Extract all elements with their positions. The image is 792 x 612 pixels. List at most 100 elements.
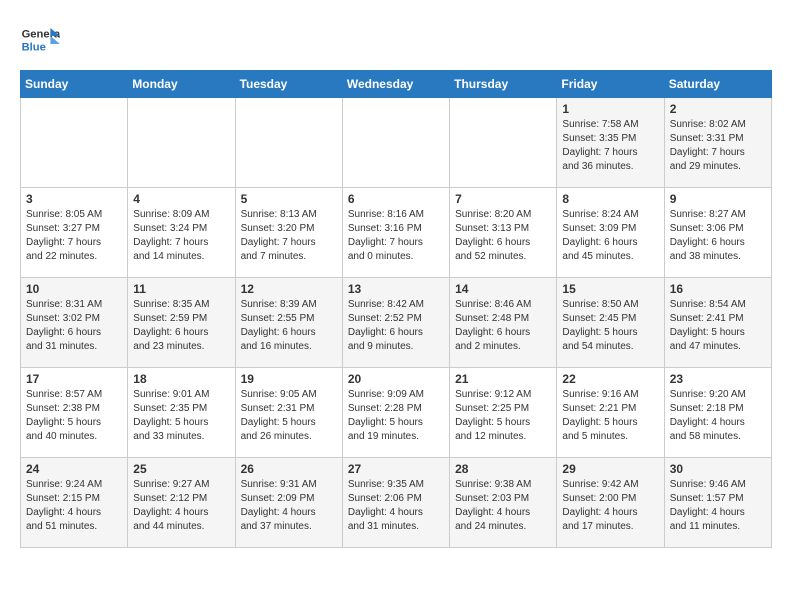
day-info: Sunrise: 8:31 AM Sunset: 3:02 PM Dayligh… <box>26 298 122 354</box>
calendar-cell: 28 Sunrise: 9:38 AM Sunset: 2:03 PM Dayli… <box>450 458 557 548</box>
day-number: 25 <box>133 462 229 476</box>
calendar-cell: 1 Sunrise: 7:58 AM Sunset: 3:35 PM Daylig… <box>557 98 664 188</box>
calendar-header-row: SundayMondayTuesdayWednesdayThursdayFrid… <box>21 71 772 98</box>
calendar-cell <box>128 98 235 188</box>
day-info: Sunrise: 8:54 AM Sunset: 2:41 PM Dayligh… <box>670 298 766 354</box>
day-info: Sunrise: 8:24 AM Sunset: 3:09 PM Dayligh… <box>562 208 658 264</box>
calendar-cell: 23 Sunrise: 9:20 AM Sunset: 2:18 PM Dayli… <box>664 368 771 458</box>
col-header-friday: Friday <box>557 71 664 98</box>
calendar-week-1: 1 Sunrise: 7:58 AM Sunset: 3:35 PM Daylig… <box>21 98 772 188</box>
day-info: Sunrise: 9:31 AM Sunset: 2:09 PM Dayligh… <box>241 478 337 534</box>
day-info: Sunrise: 9:24 AM Sunset: 2:15 PM Dayligh… <box>26 478 122 534</box>
calendar-cell: 20Sunrise: 9:09 AM Sunset: 2:28 PM Dayli… <box>342 368 449 458</box>
calendar-cell <box>235 98 342 188</box>
col-header-monday: Monday <box>128 71 235 98</box>
calendar-week-4: 17 Sunrise: 8:57 AM Sunset: 2:38 PM Dayli… <box>21 368 772 458</box>
svg-text:Blue: Blue <box>22 41 46 53</box>
day-number: 7 <box>455 192 551 206</box>
day-number: 27 <box>348 462 444 476</box>
day-info: Sunrise: 8:35 AM Sunset: 2:59 PM Dayligh… <box>133 298 229 354</box>
col-header-tuesday: Tuesday <box>235 71 342 98</box>
day-info: Sunrise: 9:46 AM Sunset: 1:57 PM Dayligh… <box>670 478 766 534</box>
day-number: 20 <box>348 372 444 386</box>
day-number: 2 <box>670 102 766 116</box>
day-info: Sunrise: 8:16 AM Sunset: 3:16 PM Dayligh… <box>348 208 444 264</box>
day-number: 4 <box>133 192 229 206</box>
day-info: Sunrise: 9:38 AM Sunset: 2:03 PM Dayligh… <box>455 478 551 534</box>
calendar-table: SundayMondayTuesdayWednesdayThursdayFrid… <box>20 70 772 548</box>
day-info: Sunrise: 8:50 AM Sunset: 2:45 PM Dayligh… <box>562 298 658 354</box>
calendar-cell: 5Sunrise: 8:13 AM Sunset: 3:20 PM Daylig… <box>235 188 342 278</box>
calendar-cell <box>21 98 128 188</box>
day-number: 16 <box>670 282 766 296</box>
day-number: 21 <box>455 372 551 386</box>
calendar-cell: 25 Sunrise: 9:27 AM Sunset: 2:12 PM Dayli… <box>128 458 235 548</box>
calendar-cell: 29 Sunrise: 9:42 AM Sunset: 2:00 PM Dayli… <box>557 458 664 548</box>
day-number: 14 <box>455 282 551 296</box>
day-number: 26 <box>241 462 337 476</box>
day-info: Sunrise: 8:27 AM Sunset: 3:06 PM Dayligh… <box>670 208 766 264</box>
calendar-cell: 3Sunrise: 8:05 AM Sunset: 3:27 PM Daylig… <box>21 188 128 278</box>
calendar-cell: 2Sunrise: 8:02 AM Sunset: 3:31 PM Daylig… <box>664 98 771 188</box>
day-number: 13 <box>348 282 444 296</box>
day-number: 30 <box>670 462 766 476</box>
day-number: 19 <box>241 372 337 386</box>
calendar-cell: 8 Sunrise: 8:24 AM Sunset: 3:09 PM Daylig… <box>557 188 664 278</box>
calendar-week-3: 10Sunrise: 8:31 AM Sunset: 3:02 PM Dayli… <box>21 278 772 368</box>
day-info: Sunrise: 9:01 AM Sunset: 2:35 PM Dayligh… <box>133 388 229 444</box>
day-info: Sunrise: 7:58 AM Sunset: 3:35 PM Dayligh… <box>562 118 658 174</box>
calendar-cell: 22Sunrise: 9:16 AM Sunset: 2:21 PM Dayli… <box>557 368 664 458</box>
day-info: Sunrise: 9:27 AM Sunset: 2:12 PM Dayligh… <box>133 478 229 534</box>
calendar-cell: 16 Sunrise: 8:54 AM Sunset: 2:41 PM Dayli… <box>664 278 771 368</box>
calendar-body: 1 Sunrise: 7:58 AM Sunset: 3:35 PM Daylig… <box>21 98 772 548</box>
day-number: 9 <box>670 192 766 206</box>
day-number: 23 <box>670 372 766 386</box>
day-number: 8 <box>562 192 658 206</box>
day-info: Sunrise: 8:39 AM Sunset: 2:55 PM Dayligh… <box>241 298 337 354</box>
calendar-cell: 7 Sunrise: 8:20 AM Sunset: 3:13 PM Daylig… <box>450 188 557 278</box>
day-info: Sunrise: 9:05 AM Sunset: 2:31 PM Dayligh… <box>241 388 337 444</box>
col-header-wednesday: Wednesday <box>342 71 449 98</box>
day-info: Sunrise: 8:09 AM Sunset: 3:24 PM Dayligh… <box>133 208 229 264</box>
col-header-sunday: Sunday <box>21 71 128 98</box>
day-number: 17 <box>26 372 122 386</box>
day-info: Sunrise: 8:46 AM Sunset: 2:48 PM Dayligh… <box>455 298 551 354</box>
calendar-cell <box>450 98 557 188</box>
calendar-cell: 19 Sunrise: 9:05 AM Sunset: 2:31 PM Dayli… <box>235 368 342 458</box>
page-header: General Blue <box>20 20 772 60</box>
day-info: Sunrise: 9:12 AM Sunset: 2:25 PM Dayligh… <box>455 388 551 444</box>
day-info: Sunrise: 9:20 AM Sunset: 2:18 PM Dayligh… <box>670 388 766 444</box>
calendar-cell: 15 Sunrise: 8:50 AM Sunset: 2:45 PM Dayli… <box>557 278 664 368</box>
calendar-cell: 30 Sunrise: 9:46 AM Sunset: 1:57 PM Dayli… <box>664 458 771 548</box>
logo: General Blue <box>20 20 60 60</box>
day-info: Sunrise: 8:42 AM Sunset: 2:52 PM Dayligh… <box>348 298 444 354</box>
calendar-cell: 11Sunrise: 8:35 AM Sunset: 2:59 PM Dayli… <box>128 278 235 368</box>
calendar-cell: 13 Sunrise: 8:42 AM Sunset: 2:52 PM Dayli… <box>342 278 449 368</box>
day-number: 6 <box>348 192 444 206</box>
calendar-cell: 12 Sunrise: 8:39 AM Sunset: 2:55 PM Dayli… <box>235 278 342 368</box>
day-info: Sunrise: 9:42 AM Sunset: 2:00 PM Dayligh… <box>562 478 658 534</box>
col-header-saturday: Saturday <box>664 71 771 98</box>
day-info: Sunrise: 8:57 AM Sunset: 2:38 PM Dayligh… <box>26 388 122 444</box>
day-number: 28 <box>455 462 551 476</box>
calendar-cell: 21 Sunrise: 9:12 AM Sunset: 2:25 PM Dayli… <box>450 368 557 458</box>
day-info: Sunrise: 8:20 AM Sunset: 3:13 PM Dayligh… <box>455 208 551 264</box>
calendar-week-5: 24 Sunrise: 9:24 AM Sunset: 2:15 PM Dayli… <box>21 458 772 548</box>
day-number: 29 <box>562 462 658 476</box>
day-number: 22 <box>562 372 658 386</box>
calendar-week-2: 3Sunrise: 8:05 AM Sunset: 3:27 PM Daylig… <box>21 188 772 278</box>
calendar-cell: 10Sunrise: 8:31 AM Sunset: 3:02 PM Dayli… <box>21 278 128 368</box>
calendar-cell: 26 Sunrise: 9:31 AM Sunset: 2:09 PM Dayli… <box>235 458 342 548</box>
day-number: 5 <box>241 192 337 206</box>
calendar-cell: 4 Sunrise: 8:09 AM Sunset: 3:24 PM Daylig… <box>128 188 235 278</box>
calendar-cell: 14 Sunrise: 8:46 AM Sunset: 2:48 PM Dayli… <box>450 278 557 368</box>
day-info: Sunrise: 8:05 AM Sunset: 3:27 PM Dayligh… <box>26 208 122 264</box>
logo-icon: General Blue <box>20 20 60 60</box>
day-number: 24 <box>26 462 122 476</box>
day-number: 1 <box>562 102 658 116</box>
day-number: 15 <box>562 282 658 296</box>
calendar-cell: 27Sunrise: 9:35 AM Sunset: 2:06 PM Dayli… <box>342 458 449 548</box>
day-number: 12 <box>241 282 337 296</box>
day-number: 18 <box>133 372 229 386</box>
calendar-cell: 9 Sunrise: 8:27 AM Sunset: 3:06 PM Daylig… <box>664 188 771 278</box>
